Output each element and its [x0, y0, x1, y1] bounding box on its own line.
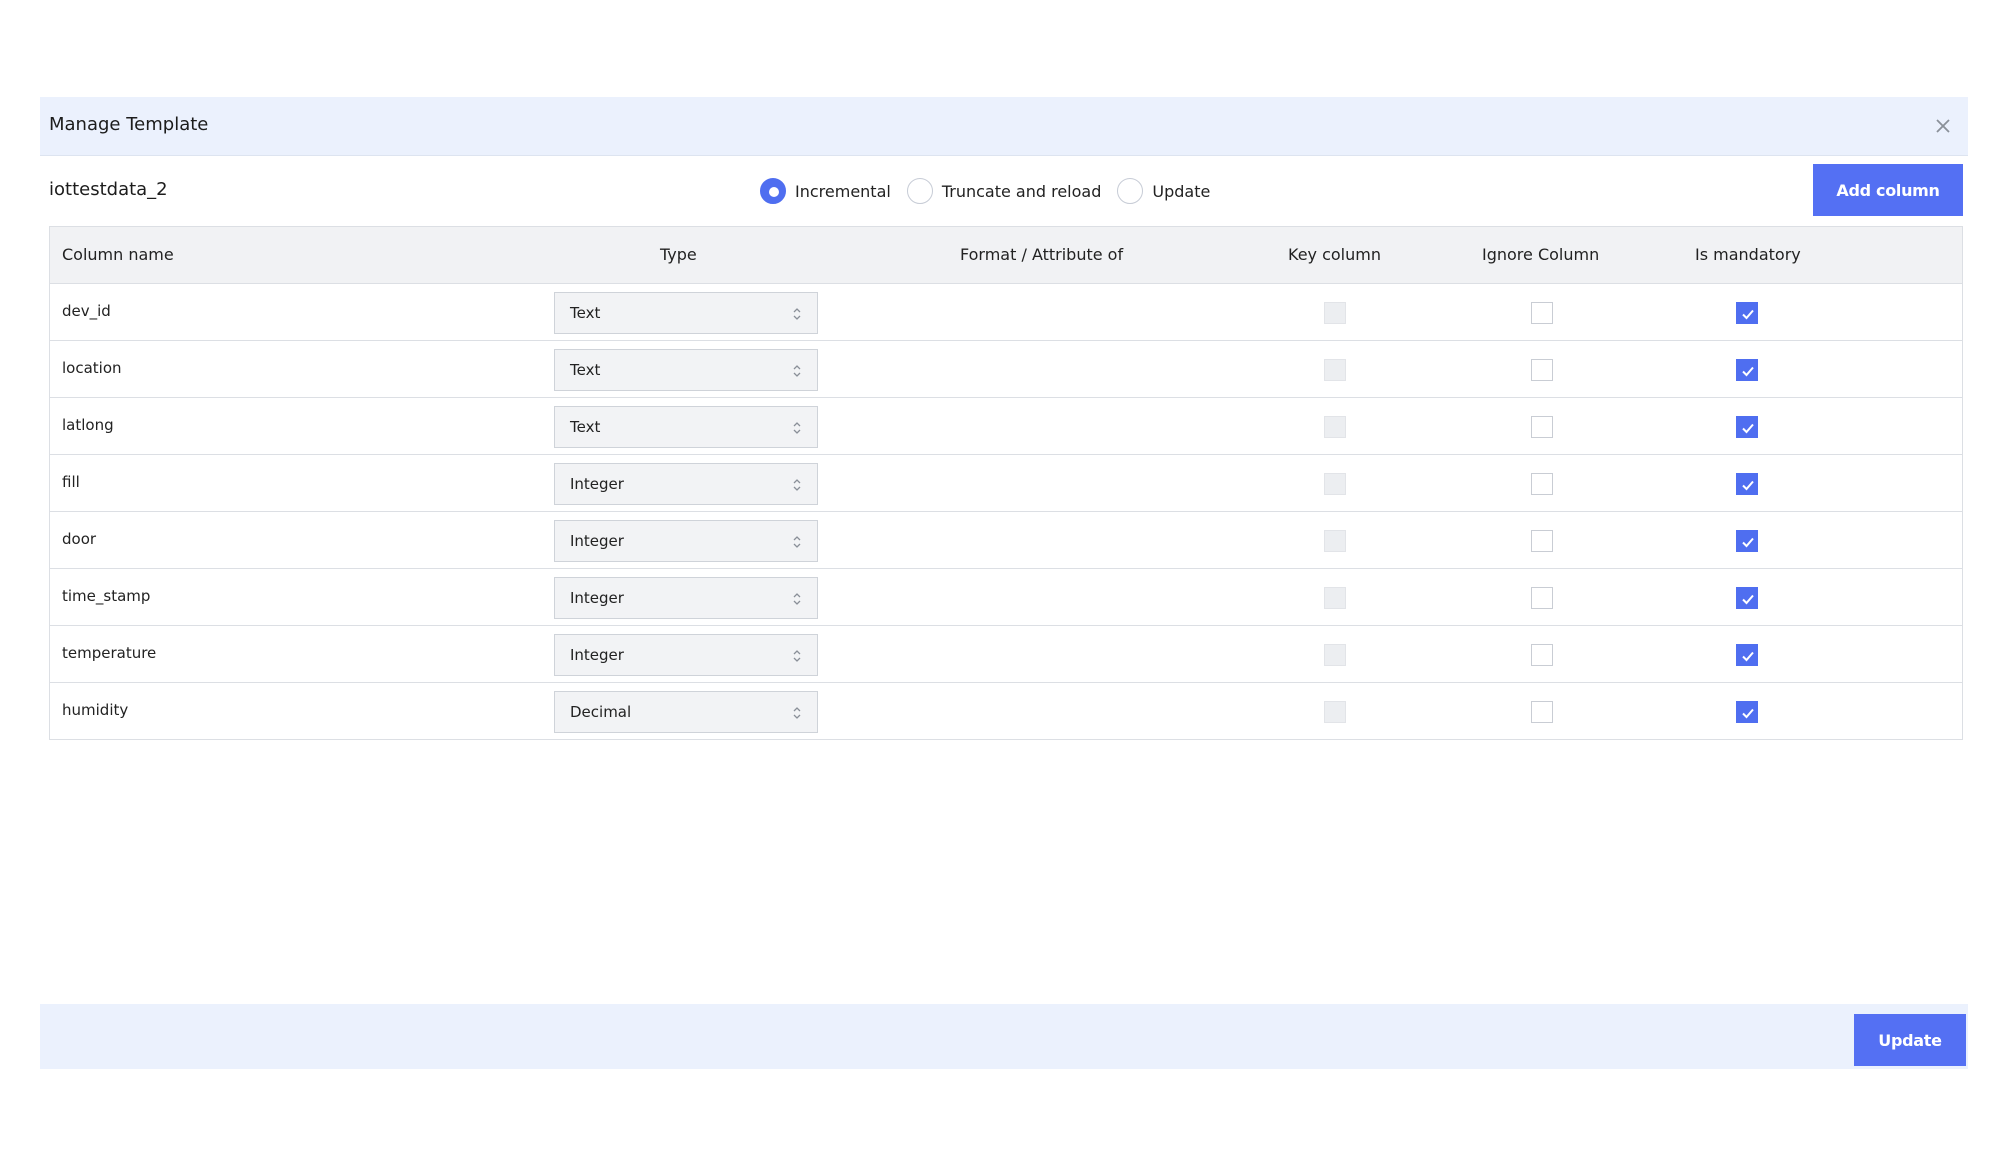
key-column-checkbox — [1324, 359, 1346, 381]
header-key-column: Key column — [1288, 245, 1381, 264]
is-mandatory-checkbox[interactable] — [1736, 473, 1758, 495]
template-name: iottestdata_2 — [49, 179, 168, 200]
table-row: time_stamp Integer — [50, 569, 1962, 626]
radio-label: Truncate and reload — [941, 181, 1102, 201]
is-mandatory-checkbox[interactable] — [1736, 587, 1758, 609]
type-select[interactable]: Integer — [554, 520, 818, 562]
type-select[interactable]: Integer — [554, 634, 818, 676]
key-column-checkbox — [1324, 644, 1346, 666]
table-row: latlong Text — [50, 398, 1962, 455]
chevron-updown-icon — [793, 365, 801, 377]
ignore-column-checkbox[interactable] — [1531, 701, 1553, 723]
chevron-updown-icon — [793, 593, 801, 605]
radio-truncate-and-reload[interactable]: Truncate and reload — [906, 178, 1102, 204]
table-header: Column name Type Format / Attribute of K… — [50, 227, 1962, 284]
header-is-mandatory: Is mandatory — [1695, 245, 1801, 264]
modal-header: Manage Template — [40, 97, 1968, 156]
is-mandatory-checkbox[interactable] — [1736, 530, 1758, 552]
type-select[interactable]: Integer — [554, 577, 818, 619]
checkmark-icon — [1742, 423, 1754, 434]
table-row: location Text — [50, 341, 1962, 398]
checkmark-icon — [1742, 594, 1754, 605]
columns-table: Column name Type Format / Attribute of K… — [49, 226, 1963, 740]
table-row: door Integer — [50, 512, 1962, 569]
header-format: Format / Attribute of — [960, 245, 1124, 264]
checkmark-icon — [1742, 309, 1754, 320]
is-mandatory-checkbox[interactable] — [1736, 302, 1758, 324]
chevron-updown-icon — [793, 308, 801, 320]
column-name-cell: location — [62, 359, 122, 377]
header-column-name: Column name — [62, 245, 174, 264]
radio-button[interactable] — [1117, 178, 1144, 204]
update-button[interactable]: Update — [1854, 1014, 1966, 1066]
ignore-column-checkbox[interactable] — [1531, 416, 1553, 438]
toolbar: iottestdata_2 Incremental Truncate and r… — [40, 155, 1968, 225]
type-select-value: Decimal — [570, 703, 632, 721]
ignore-column-checkbox[interactable] — [1531, 473, 1553, 495]
radio-button[interactable] — [760, 178, 786, 204]
load-mode-radio-group: Incremental Truncate and reload Update — [760, 175, 1226, 207]
type-select[interactable]: Text — [554, 406, 818, 448]
column-name-cell: fill — [62, 473, 80, 491]
table-row: fill Integer — [50, 455, 1962, 512]
header-type: Type — [660, 245, 697, 264]
manage-template-modal: Manage Template iottestdata_2 Incrementa… — [40, 97, 1968, 1069]
chevron-updown-icon — [793, 536, 801, 548]
chevron-updown-icon — [793, 650, 801, 662]
key-column-checkbox — [1324, 473, 1346, 495]
radio-label: Incremental — [795, 181, 891, 201]
type-select-value: Integer — [570, 589, 624, 607]
table-row: dev_id Text — [50, 284, 1962, 341]
type-select[interactable]: Text — [554, 292, 818, 334]
ignore-column-checkbox[interactable] — [1531, 302, 1553, 324]
key-column-checkbox — [1324, 416, 1346, 438]
type-select-value: Integer — [570, 532, 624, 550]
is-mandatory-checkbox[interactable] — [1736, 701, 1758, 723]
type-select[interactable]: Decimal — [554, 691, 818, 733]
column-name-cell: dev_id — [62, 302, 111, 320]
key-column-checkbox — [1324, 530, 1346, 552]
key-column-checkbox — [1324, 587, 1346, 609]
ignore-column-checkbox[interactable] — [1531, 587, 1553, 609]
chevron-updown-icon — [793, 479, 801, 491]
is-mandatory-checkbox[interactable] — [1736, 359, 1758, 381]
column-name-cell: humidity — [62, 701, 129, 719]
is-mandatory-checkbox[interactable] — [1736, 416, 1758, 438]
close-icon[interactable] — [1930, 113, 1956, 139]
table-row: humidity Decimal — [50, 683, 1962, 739]
checkmark-icon — [1742, 708, 1754, 719]
radio-button[interactable] — [906, 178, 933, 204]
ignore-column-checkbox[interactable] — [1531, 359, 1553, 381]
type-select-value: Text — [570, 304, 601, 322]
checkmark-icon — [1742, 651, 1754, 662]
column-name-cell: time_stamp — [62, 587, 151, 605]
checkmark-icon — [1742, 366, 1754, 377]
column-name-cell: latlong — [62, 416, 114, 434]
type-select[interactable]: Integer — [554, 463, 818, 505]
checkmark-icon — [1742, 537, 1754, 548]
radio-incremental[interactable]: Incremental — [760, 178, 891, 204]
ignore-column-checkbox[interactable] — [1531, 644, 1553, 666]
key-column-checkbox — [1324, 302, 1346, 324]
type-select[interactable]: Text — [554, 349, 818, 391]
modal-footer: Update — [40, 1004, 1968, 1069]
modal-title: Manage Template — [49, 114, 209, 135]
type-select-value: Text — [570, 361, 601, 379]
chevron-updown-icon — [793, 422, 801, 434]
header-ignore-column: Ignore Column — [1482, 245, 1600, 264]
column-name-cell: temperature — [62, 644, 157, 662]
radio-label: Update — [1152, 181, 1211, 201]
chevron-updown-icon — [793, 707, 801, 719]
type-select-value: Text — [570, 418, 601, 436]
ignore-column-checkbox[interactable] — [1531, 530, 1553, 552]
type-select-value: Integer — [570, 646, 624, 664]
is-mandatory-checkbox[interactable] — [1736, 644, 1758, 666]
checkmark-icon — [1742, 480, 1754, 491]
column-name-cell: door — [62, 530, 97, 548]
add-column-button[interactable]: Add column — [1813, 164, 1963, 216]
key-column-checkbox — [1324, 701, 1346, 723]
radio-update[interactable]: Update — [1117, 178, 1210, 204]
table-row: temperature Integer — [50, 626, 1962, 683]
type-select-value: Integer — [570, 475, 624, 493]
